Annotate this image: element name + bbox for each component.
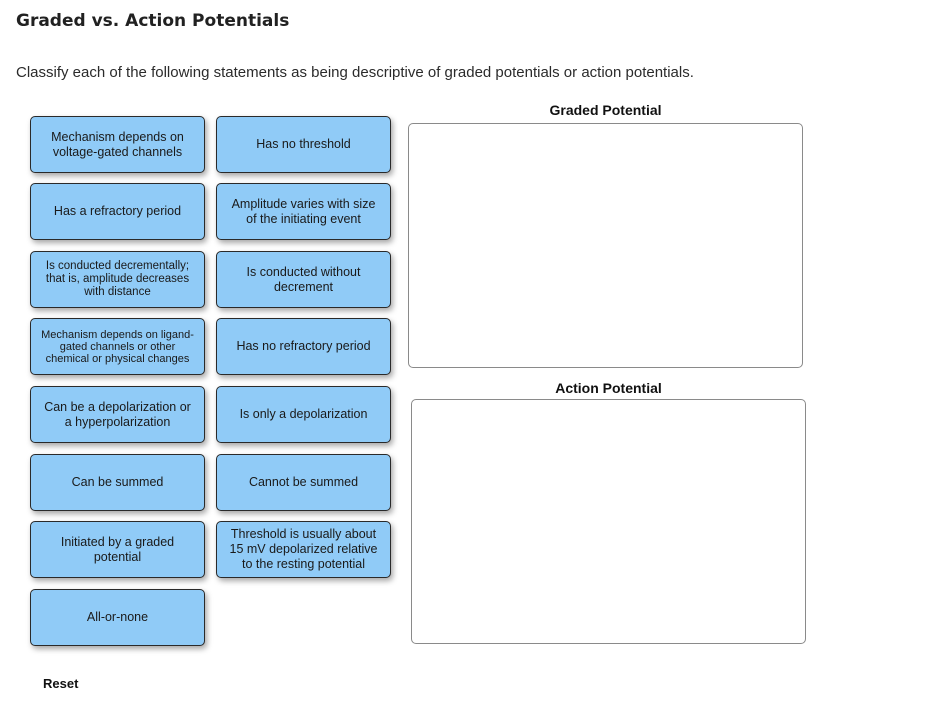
instructions-text: Classify each of the following statement… — [16, 64, 694, 81]
page-title: Graded vs. Action Potentials — [16, 11, 290, 31]
classification-activity: Graded vs. Action Potentials Classify ea… — [0, 0, 942, 719]
card-conducted-decrementally[interactable]: Is conducted decrementally; that is, amp… — [30, 251, 205, 308]
card-refractory-period[interactable]: Has a refractory period — [30, 183, 205, 240]
reset-button[interactable]: Reset — [43, 676, 78, 691]
card-cannot-be-summed[interactable]: Cannot be summed — [216, 454, 391, 511]
card-ligand-gated[interactable]: Mechanism depends on ligand-gated channe… — [30, 318, 205, 375]
card-depolarization-or-hyperpolarization[interactable]: Can be a depolarization or a hyperpolari… — [30, 386, 205, 443]
card-initiated-by-graded[interactable]: Initiated by a graded potential — [30, 521, 205, 578]
card-amplitude-varies[interactable]: Amplitude varies with size of the initia… — [216, 183, 391, 240]
card-can-be-summed[interactable]: Can be summed — [30, 454, 205, 511]
action-potential-label: Action Potential — [555, 380, 662, 396]
card-voltage-gated[interactable]: Mechanism depends on voltage-gated chann… — [30, 116, 205, 173]
card-all-or-none[interactable]: All-or-none — [30, 589, 205, 646]
action-potential-dropzone[interactable] — [411, 399, 806, 644]
card-conducted-without-decrement[interactable]: Is conducted without decrement — [216, 251, 391, 308]
card-no-refractory-period[interactable]: Has no refractory period — [216, 318, 391, 375]
card-only-depolarization[interactable]: Is only a depolarization — [216, 386, 391, 443]
card-no-threshold[interactable]: Has no threshold — [216, 116, 391, 173]
card-threshold-15mv[interactable]: Threshold is usually about 15 mV depolar… — [216, 521, 391, 578]
graded-potential-dropzone[interactable] — [408, 123, 803, 368]
graded-potential-label: Graded Potential — [549, 102, 662, 118]
